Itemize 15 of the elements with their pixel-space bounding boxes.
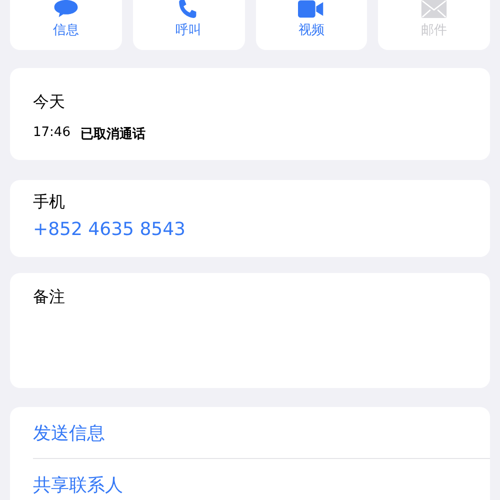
envelope-icon <box>421 0 448 18</box>
speech-bubble-icon <box>52 0 79 18</box>
action-button[interactable]: 呼叫 <box>132 0 244 50</box>
phone-number-link[interactable]: +852 4635 8543 <box>33 219 467 240</box>
notes-card[interactable]: 备注 <box>10 273 490 388</box>
call-status: 已取消通话 <box>80 126 146 143</box>
call-time: 17:46 <box>33 125 70 142</box>
option-link[interactable]: 发送信息 <box>33 407 490 458</box>
notes-label: 备注 <box>33 287 66 308</box>
action-button[interactable]: 视频 <box>256 0 368 50</box>
option-link[interactable]: 共享联系人 <box>33 459 490 500</box>
action-button[interactable]: 信息 <box>10 0 122 50</box>
date-heading: 今天 <box>33 92 66 113</box>
video-camera-icon <box>298 0 324 18</box>
phone-label: 手机 <box>33 192 66 213</box>
